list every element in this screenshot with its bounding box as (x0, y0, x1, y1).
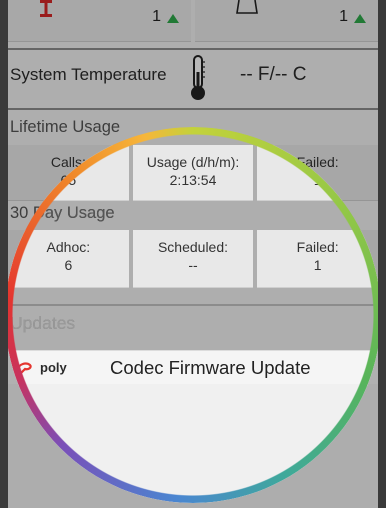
top-stat-right[interactable]: 1 (195, 0, 378, 42)
divider (8, 108, 378, 110)
stat-value: 6 (64, 257, 73, 273)
magnifier-lens: Lifetime Usage Calls: 65 Usage (d/h/m): … (5, 127, 381, 503)
stat-value: 1 (313, 172, 322, 188)
codec-firmware-update-label: Codec Firmware Update (110, 357, 311, 378)
top-stats-row: 1 1 (8, 0, 378, 42)
lifetime-usage-row: Calls: 65 Usage (d/h/m): 2:13:54 Failed:… (8, 145, 379, 201)
poly-brand: poly (40, 360, 67, 375)
frame-left (0, 0, 8, 508)
bell-icon (236, 0, 258, 14)
stat-label: Adhoc: (46, 239, 91, 255)
stat-label: Usage (d/h/m): (146, 154, 240, 170)
lifetime-usage-cell[interactable]: Usage (d/h/m): 2:13:54 (132, 145, 254, 201)
thirty-day-usage-row: Adhoc: 6 Scheduled: -- Failed: 1 (8, 230, 379, 288)
system-temperature-value: -- F/-- C (240, 64, 307, 85)
divider (8, 304, 378, 306)
up-arrow-icon (354, 14, 366, 23)
microphone-icon (40, 0, 52, 17)
stat-label: Failed: (296, 239, 339, 255)
stat-value: 1 (313, 257, 322, 273)
thirty-day-failed-cell[interactable]: Failed: 1 (257, 230, 379, 288)
top-right-value: 1 (339, 8, 348, 25)
frame-right (378, 0, 386, 508)
lifetime-calls-cell[interactable]: Calls: 65 (8, 145, 129, 201)
top-stat-left[interactable]: 1 (8, 0, 191, 42)
system-temperature-row: System Temperature -- F/-- C (8, 50, 378, 104)
lower-area (8, 384, 378, 503)
up-arrow-icon (167, 14, 179, 23)
magnified-content: Lifetime Usage Calls: 65 Usage (d/h/m): … (8, 127, 379, 503)
codec-firmware-update-item[interactable]: poly Codec Firmware Update (8, 350, 378, 386)
updates-title: Updates (10, 313, 76, 333)
stat-value: 2:13:54 (169, 172, 217, 188)
stat-label: Scheduled: (157, 239, 229, 255)
system-temperature-label: System Temperature (10, 65, 167, 84)
stat-value: -- (188, 257, 198, 273)
poly-logo-icon: poly (16, 357, 78, 379)
top-left-value: 1 (152, 8, 161, 25)
stat-label: Failed: (296, 154, 339, 170)
lifetime-failed-cell[interactable]: Failed: 1 (257, 145, 379, 201)
stat-label: Calls: (50, 154, 86, 170)
lifetime-usage-title: Lifetime Usage (10, 127, 121, 136)
thirty-day-adhoc-cell[interactable]: Adhoc: 6 (8, 230, 129, 288)
thirty-day-scheduled-cell[interactable]: Scheduled: -- (132, 230, 254, 288)
stat-value: 65 (60, 172, 77, 188)
thermometer-icon (191, 55, 205, 100)
thirty-day-usage-title: 30 Day Usage (10, 204, 115, 222)
